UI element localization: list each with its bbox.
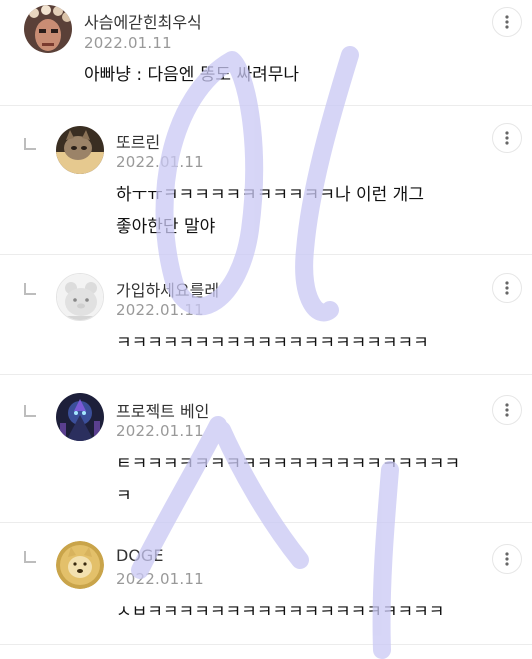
comment-date: 2022.01.11	[116, 570, 204, 588]
more-vertical-icon	[505, 552, 509, 566]
more-options-button[interactable]	[492, 273, 522, 303]
comment-date: 2022.01.11	[116, 153, 204, 171]
more-options-button[interactable]	[492, 544, 522, 574]
avatar[interactable]	[56, 126, 104, 174]
comment-author[interactable]: 프로젝트 베인	[116, 398, 209, 422]
more-vertical-icon	[505, 15, 509, 29]
comment-text: ㅋㅋㅋㅋㅋㅋㅋㅋㅋㅋㅋㅋㅋㅋㅋㅋㅋㅋㅋㅋ	[116, 333, 429, 353]
reply-arrow-icon	[24, 138, 36, 150]
reply-arrow-icon	[24, 551, 36, 563]
avatar[interactable]	[56, 541, 104, 589]
comment-date: 2022.01.11	[116, 301, 204, 319]
comment-text: ㅌㅋㅋㅋㅋㅋㅋㅋㅋㅋㅋㅋㅋㅋㅋㅋㅋㅋㅋㅋㅋㅋ ㅋ	[116, 454, 461, 506]
comment-item: 프로젝트 베인 2022.01.11 ㅌㅋㅋㅋㅋㅋㅋㅋㅋㅋㅋㅋㅋㅋㅋㅋㅋㅋㅋㅋㅋ…	[0, 375, 532, 523]
comment-author[interactable]: 또르린	[116, 129, 160, 153]
reply-arrow-icon	[24, 283, 36, 295]
comment-date: 2022.01.11	[116, 422, 204, 440]
comment-author[interactable]: 사슴에갇힌최우식	[84, 9, 202, 33]
comment-text: ㅅㅂㅋㅋㅋㅋㅋㅋㅋㅋㅋㅋㅋㅋㅋㅋㅋㅋㅋㅋㅋ	[116, 602, 445, 622]
more-vertical-icon	[505, 281, 509, 295]
avatar[interactable]	[56, 393, 104, 441]
avatar[interactable]	[56, 273, 104, 321]
more-vertical-icon	[505, 131, 509, 145]
comment-item: DOGE 2022.01.11 ㅅㅂㅋㅋㅋㅋㅋㅋㅋㅋㅋㅋㅋㅋㅋㅋㅋㅋㅋㅋㅋ	[0, 523, 532, 645]
more-options-button[interactable]	[492, 395, 522, 425]
reply-arrow-icon	[24, 405, 36, 417]
comment-date: 2022.01.11	[84, 34, 172, 52]
comment-item: 사슴에갇힌최우식 2022.01.11 아빠냥 : 다음엔 똥도 싸려무나	[0, 0, 532, 106]
comment-author[interactable]: 가입하세요를레	[116, 277, 219, 301]
more-vertical-icon	[505, 403, 509, 417]
more-options-button[interactable]	[492, 7, 522, 37]
comment-text: 하ㅜㅠㅋㅋㅋㅋㅋㅋㅋㅋㅋㅋㅋ나 이런 개그 좋아한단 말야	[116, 185, 424, 237]
comment-item: 또르린 2022.01.11 하ㅜㅠㅋㅋㅋㅋㅋㅋㅋㅋㅋㅋㅋ나 이런 개그 좋아한…	[0, 106, 532, 255]
comment-text: 아빠냥 : 다음엔 똥도 싸려무나	[84, 65, 300, 85]
comment-author[interactable]: DOGE	[116, 546, 163, 565]
comment-item: 가입하세요를레 2022.01.11 ㅋㅋㅋㅋㅋㅋㅋㅋㅋㅋㅋㅋㅋㅋㅋㅋㅋㅋㅋㅋ	[0, 255, 532, 375]
more-options-button[interactable]	[492, 123, 522, 153]
avatar[interactable]	[24, 5, 72, 53]
